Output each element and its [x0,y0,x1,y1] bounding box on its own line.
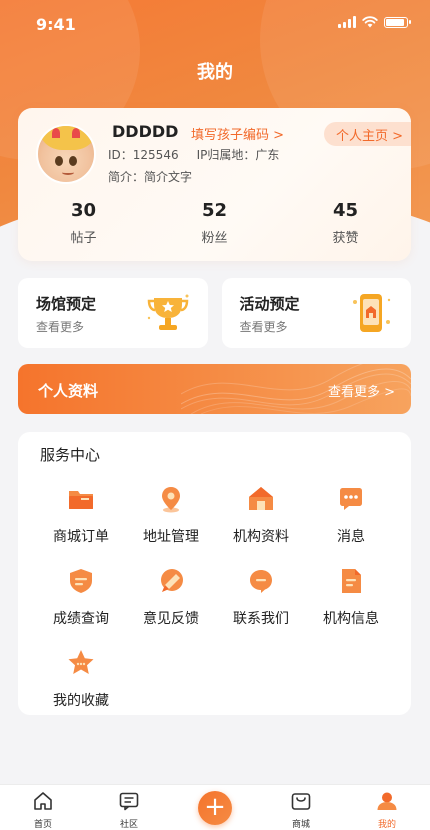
service-label: 成绩查询 [53,611,109,627]
document-icon [342,569,361,593]
service-feedback[interactable]: 意见反馈 [126,562,216,627]
service-org-info[interactable]: 机构信息 [306,562,396,627]
booking-row: 场馆预定 查看更多 活动预定 查看更多 [18,278,411,348]
pencil-icon [161,569,183,592]
service-favorites[interactable]: 我的收藏 [36,644,126,709]
personal-info-banner[interactable]: 个人资料 查看更多 > [18,364,411,414]
user-bio: 简介：简介文字 [108,170,193,184]
activity-booking-card[interactable]: 活动预定 查看更多 [221,278,411,348]
shield-icon [70,569,92,593]
plus-icon[interactable]: + [198,791,232,825]
stat-followers[interactable]: 52 粉丝 [149,200,280,246]
service-center-title: 服务中心 [40,446,101,464]
service-grades[interactable]: 成绩查询 [36,562,126,627]
tab-create[interactable]: + [172,785,258,830]
stat-label: 粉丝 [201,231,228,246]
tab-label: 社区 [119,820,138,830]
booking-title: 场馆预定 [36,295,97,313]
message-icon [250,570,272,593]
service-mall-orders[interactable]: 商城订单 [36,480,126,545]
service-org-profile[interactable]: 机构资料 [216,480,306,545]
personal-homepage-button[interactable]: 个人主页 > [323,122,411,146]
username: DDDDD [112,122,179,141]
booking-title: 活动预定 [239,295,300,313]
tab-mine[interactable]: 我的 [344,785,430,830]
tab-label: 商城 [291,820,310,830]
service-label: 消息 [337,529,365,545]
community-icon [119,792,139,811]
banner-more-link[interactable]: 查看更多 > [328,381,395,400]
ip-location: IP归属地：广东 [196,148,280,162]
tab-home[interactable]: 首页 [0,785,86,830]
booking-more: 查看更多 [239,320,288,334]
service-label: 机构资料 [233,529,289,545]
signal-icon [338,16,356,28]
stat-likes[interactable]: 45 获赞 [280,200,411,246]
trophy-icon [147,294,188,330]
tab-community[interactable]: 社区 [86,785,172,830]
user-icon [377,792,397,810]
star-icon [68,650,94,674]
service-address[interactable]: 地址管理 [126,480,216,545]
service-label: 地址管理 [143,529,199,545]
service-label: 商城订单 [53,529,109,545]
home-icon [249,487,273,510]
status-time: 9:41 [36,15,76,34]
stat-posts[interactable]: 30 帖子 [18,200,149,246]
user-id: ID：125546 [108,148,179,162]
service-label: 我的收藏 [53,693,109,709]
venue-booking-card[interactable]: 场馆预定 查看更多 [18,278,208,348]
service-contact-us[interactable]: 联系我们 [216,562,306,627]
stat-value: 30 [70,200,97,221]
service-messages[interactable]: 消息 [306,480,396,545]
bottom-tab-bar: 首页 社区 + 商城 我的 [0,784,430,830]
profile-stats: 30 帖子 52 粉丝 45 获赞 [18,200,411,246]
tab-label: 首页 [33,820,52,830]
page-title: 我的 [197,62,233,83]
service-label: 机构信息 [323,611,379,627]
stat-value: 52 [201,200,228,221]
service-label: 联系我们 [233,611,289,627]
location-pin-icon [162,487,180,513]
fill-child-code-link[interactable]: 填写孩子编码 > [191,124,284,143]
service-label: 意见反馈 [143,611,199,627]
banner-title: 个人资料 [38,382,99,400]
booking-more: 查看更多 [36,320,85,334]
status-icons [338,16,411,28]
mall-icon [291,793,311,810]
stat-label: 帖子 [70,231,97,246]
tab-mall[interactable]: 商城 [258,785,344,830]
folder-icon [69,491,93,509]
home-outline-icon [34,792,52,810]
status-bar: 9:41 [0,0,430,48]
id-line: ID：125546 IP归属地：广东 [108,146,279,163]
avatar[interactable] [36,124,96,184]
battery-icon [384,16,411,28]
phone-booking-icon [353,294,391,332]
service-center-card: 服务中心 商城订单 地址管理 机构资料 消息 成绩查询 意见反馈 联系我们 机构… [18,432,411,715]
profile-card: DDDDD 填写孩子编码 > 个人主页 > ID：125546 IP归属地：广东 … [18,108,411,261]
stat-label: 获赞 [332,231,359,246]
tab-label: 我的 [377,820,396,830]
wifi-icon [362,16,378,28]
stat-value: 45 [332,200,359,221]
chat-icon [340,488,362,510]
service-grid: 商城订单 地址管理 机构资料 消息 成绩查询 意见反馈 联系我们 机构信息 我的… [36,480,396,709]
